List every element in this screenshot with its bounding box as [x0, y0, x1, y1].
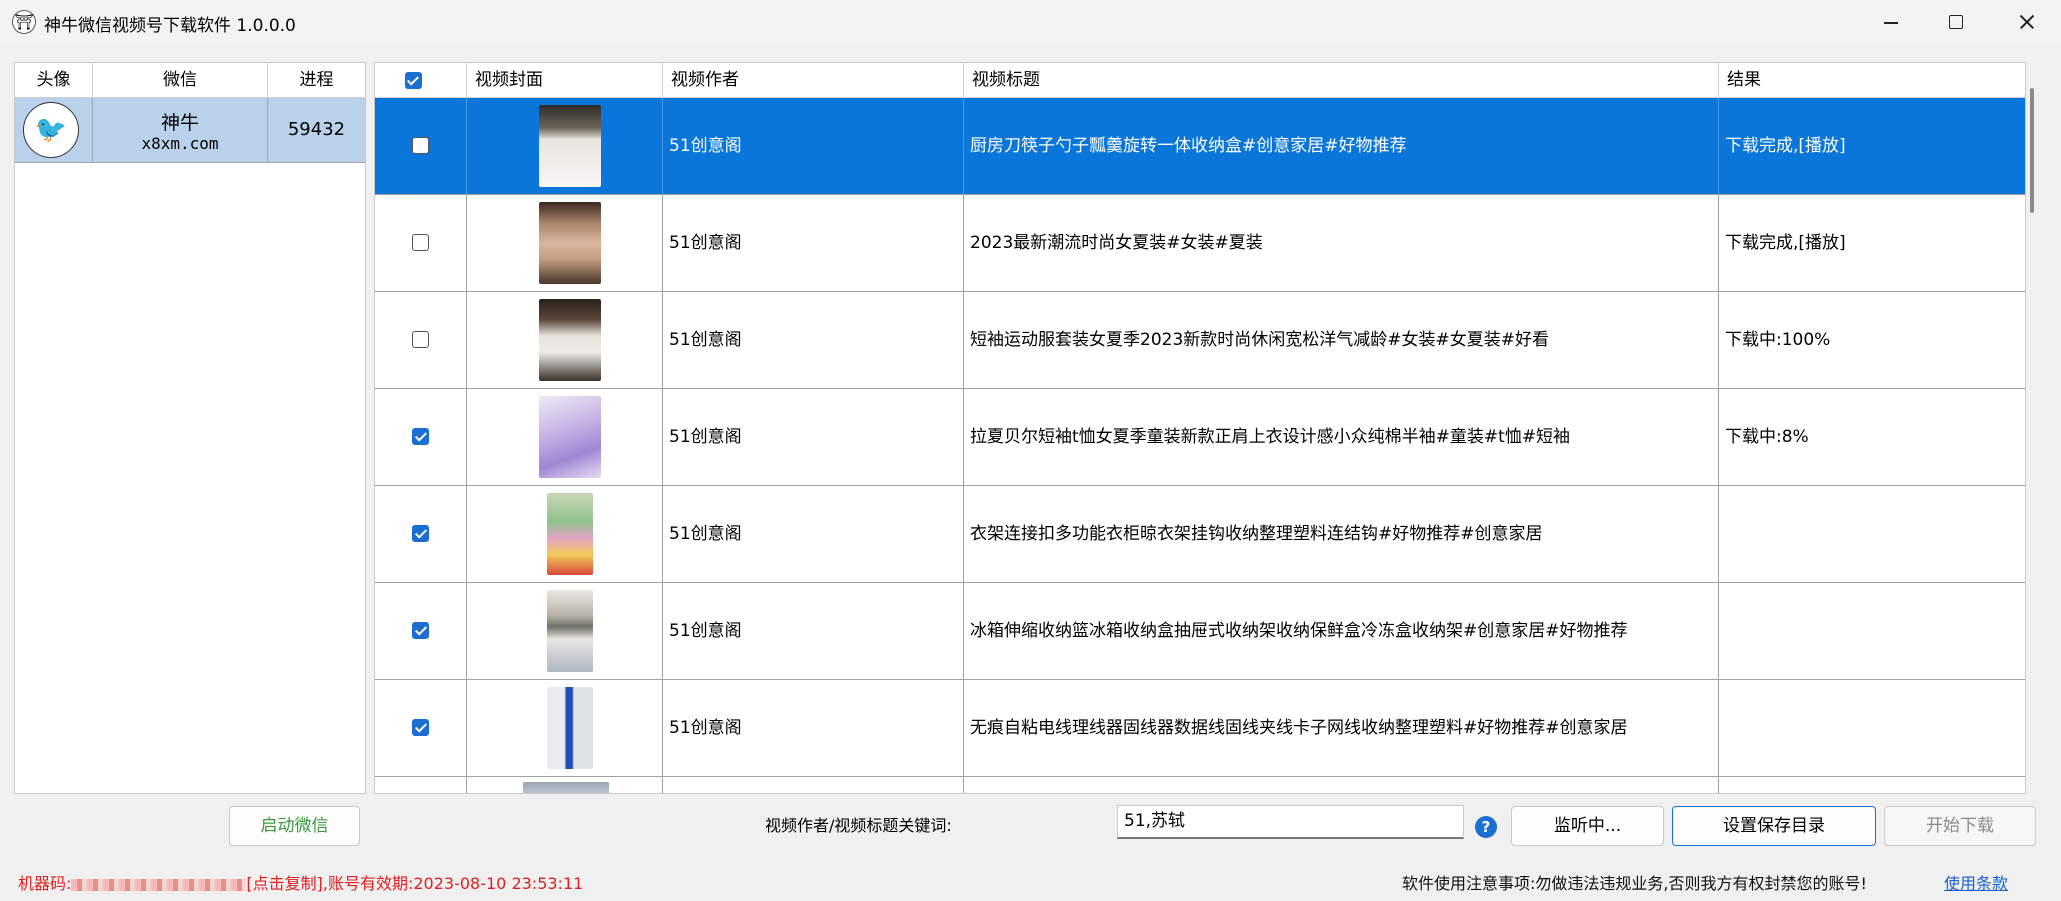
account-list-header: 头像 微信 进程: [15, 63, 365, 98]
start-download-button[interactable]: 开始下载: [1884, 806, 2036, 846]
row-result[interactable]: 下载完成,[播放]: [1719, 98, 2025, 194]
maximize-icon[interactable]: [1920, 0, 1990, 44]
table-row[interactable]: [375, 777, 2025, 793]
row-title: 2023最新潮流时尚女夏装#女装#夏装: [964, 195, 1719, 291]
video-table-header: 视频封面 视频作者 视频标题 结果: [375, 63, 2025, 98]
video-cover-thumbnail[interactable]: [539, 202, 601, 284]
window-title: 神牛微信视频号下载软件 1.0.0.0: [44, 16, 296, 36]
row-author: 51创意阁: [663, 680, 964, 776]
row-title: 厨房刀筷子勺子瓢羹旋转一体收纳盒#创意家居#好物推荐: [964, 98, 1719, 194]
account-list: 头像 微信 进程 🐦 神牛 x8xm.com 59432: [14, 62, 366, 794]
table-row[interactable]: 51创意阁 冰箱伸缩收纳篮冰箱收纳盒抽屉式收纳架收纳保鲜盒冷冻盒收纳架#创意家居…: [375, 583, 2025, 680]
app-logo-icon: ⛩: [12, 10, 36, 34]
table-row[interactable]: 51创意阁 衣架连接扣多功能衣柜晾衣架挂钩收纳整理塑料连结钩#好物推荐#创意家居: [375, 486, 2025, 583]
row-checkbox[interactable]: [412, 234, 429, 251]
launch-wechat-button[interactable]: 启动微信: [229, 806, 360, 846]
col-result-header[interactable]: 结果: [1719, 63, 2025, 97]
video-cover-thumbnail[interactable]: [539, 299, 601, 381]
row-title: 无痕自粘电线理线器固线器数据线固线夹线卡子网线收纳整理塑料#好物推荐#创意家居: [964, 680, 1719, 776]
row-checkbox[interactable]: [412, 525, 429, 542]
avatar: 🐦: [23, 102, 79, 158]
account-process: 59432: [287, 119, 346, 140]
row-checkbox[interactable]: [412, 428, 429, 445]
row-author: 51创意阁: [663, 98, 964, 194]
keyword-label: 视频作者/视频标题关键词:: [765, 816, 952, 835]
row-checkbox[interactable]: [412, 719, 429, 736]
col-wechat-header[interactable]: 微信: [93, 63, 268, 97]
video-table: 视频封面 视频作者 视频标题 结果 51创意阁 厨房刀筷子勺子瓢羹旋转一体收纳盒…: [374, 62, 2026, 794]
machine-code-suffix: [点击复制],账号有效期:2023-08-10 23:53:11: [246, 874, 584, 893]
table-row[interactable]: 51创意阁 拉夏贝尔短袖t恤女夏季童装新款正肩上衣设计感小众纯棉半袖#童装#t恤…: [375, 389, 2025, 486]
row-checkbox[interactable]: [412, 137, 429, 154]
terms-link[interactable]: 使用条款: [1944, 870, 2008, 894]
help-icon[interactable]: ?: [1475, 816, 1497, 838]
table-row[interactable]: 51创意阁 2023最新潮流时尚女夏装#女装#夏装 下载完成,[播放]: [375, 195, 2025, 292]
col-process-header[interactable]: 进程: [268, 63, 365, 97]
title-bar: ⛩ 神牛微信视频号下载软件 1.0.0.0: [0, 0, 2061, 44]
col-avatar-header[interactable]: 头像: [15, 63, 93, 97]
row-result[interactable]: [1719, 583, 2025, 679]
row-result[interactable]: 下载完成,[播放]: [1719, 195, 2025, 291]
listen-button[interactable]: 监听中...: [1511, 806, 1664, 846]
table-scrollbar[interactable]: [2030, 88, 2034, 213]
row-title: 短袖运动服套装女夏季2023新款时尚休闲宽松洋气减龄#女装#女夏装#好看: [964, 292, 1719, 388]
account-row[interactable]: 🐦 神牛 x8xm.com 59432: [15, 98, 365, 163]
row-checkbox[interactable]: [412, 622, 429, 639]
video-cover-thumbnail[interactable]: [547, 687, 593, 769]
row-author: 51创意阁: [663, 292, 964, 388]
table-row[interactable]: 51创意阁 短袖运动服套装女夏季2023新款时尚休闲宽松洋气减龄#女装#女夏装#…: [375, 292, 2025, 389]
row-result[interactable]: [1719, 680, 2025, 776]
table-row[interactable]: 51创意阁 厨房刀筷子勺子瓢羹旋转一体收纳盒#创意家居#好物推荐 下载完成,[播…: [375, 98, 2025, 195]
select-all-checkbox[interactable]: [405, 72, 422, 89]
set-save-directory-button[interactable]: 设置保存目录: [1672, 806, 1876, 846]
row-title: 衣架连接扣多功能衣柜晾衣架挂钩收纳整理塑料连结钩#好物推荐#创意家居: [964, 486, 1719, 582]
close-icon[interactable]: [1991, 0, 2061, 44]
video-cover-thumbnail[interactable]: [523, 782, 609, 793]
row-result[interactable]: [1719, 486, 2025, 582]
row-author: 51创意阁: [663, 486, 964, 582]
account-name: 神牛: [160, 112, 199, 134]
col-author-header[interactable]: 视频作者: [663, 63, 964, 97]
account-id: x8xm.com: [141, 134, 219, 153]
row-title: 冰箱伸缩收纳篮冰箱收纳盒抽屉式收纳架收纳保鲜盒冷冻盒收纳架#创意家居#好物推荐: [964, 583, 1719, 679]
row-author: 51创意阁: [663, 195, 964, 291]
video-cover-thumbnail[interactable]: [547, 590, 593, 672]
video-cover-thumbnail[interactable]: [539, 396, 601, 478]
row-checkbox[interactable]: [412, 331, 429, 348]
video-cover-thumbnail[interactable]: [539, 105, 601, 187]
minimize-icon[interactable]: [1855, 0, 1925, 44]
machine-code-label: 机器码:: [18, 874, 72, 893]
row-result[interactable]: 下载中:100%: [1719, 292, 2025, 388]
video-cover-thumbnail[interactable]: [547, 493, 593, 575]
keyword-input[interactable]: 51,苏轼: [1117, 805, 1464, 839]
machine-code-status[interactable]: 机器码: [点击复制],账号有效期:2023-08-10 23:53:11: [18, 870, 583, 894]
col-cover-header[interactable]: 视频封面: [467, 63, 663, 97]
redacted-machine-code: [71, 878, 247, 891]
col-title-header[interactable]: 视频标题: [964, 63, 1719, 97]
row-author: 51创意阁: [663, 583, 964, 679]
row-author: 51创意阁: [663, 389, 964, 485]
row-result[interactable]: 下载中:8%: [1719, 389, 2025, 485]
usage-notice: 软件使用注意事项:勿做违法违规业务,否则我方有权封禁您的账号!: [1402, 874, 1867, 893]
row-title: 拉夏贝尔短袖t恤女夏季童装新款正肩上衣设计感小众纯棉半袖#童装#t恤#短袖: [964, 389, 1719, 485]
table-row[interactable]: 51创意阁 无痕自粘电线理线器固线器数据线固线夹线卡子网线收纳整理塑料#好物推荐…: [375, 680, 2025, 777]
